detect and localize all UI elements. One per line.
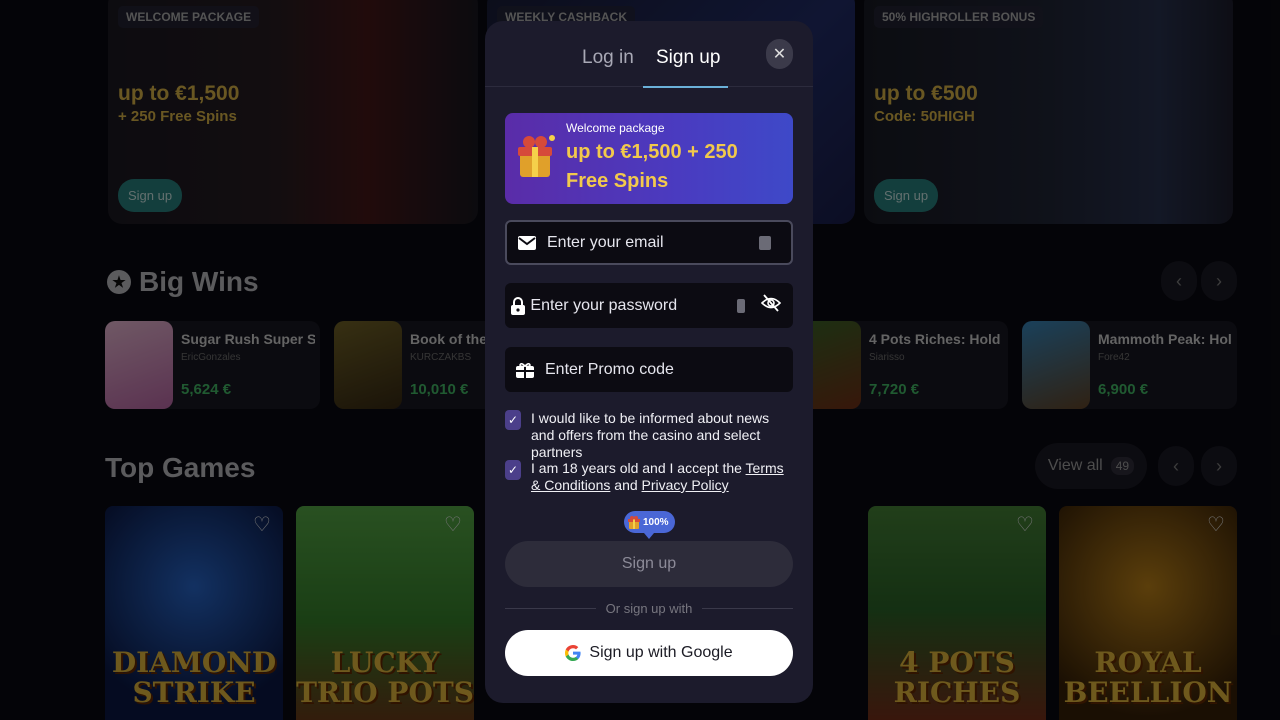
win-game-name: Mammoth Peak: Hol... [1098,331,1232,347]
email-field[interactable] [505,220,793,265]
age-consent-row: ✓ I am 18 years old and I accept the Ter… [505,460,793,494]
heart-icon[interactable]: ♡ [1016,515,1036,535]
games-count-badge: 49 [1110,457,1135,475]
win-card[interactable]: Sugar Rush Super Sc... EricGonzales 5,62… [105,321,320,409]
banner-signup-button[interactable]: Sign up [874,179,939,212]
view-all-button[interactable]: View all 49 [1035,443,1147,489]
banner-tag: 50% HIGHROLLER BONUS [874,6,1044,28]
view-all-label: View all [1047,457,1103,474]
top-games-title: Top Games [105,452,256,483]
gift-card-icon [505,362,545,378]
win-amount: 10,010 € [410,381,469,398]
lock-icon [505,296,530,315]
auth-tabs: Log in Sign up ✕ [485,21,813,88]
bonus-badge-label: 100% [643,516,669,528]
big-wins-heading: ★ Big Wins [107,266,259,298]
win-card[interactable]: 4 Pots Riches: Hold ... Siarisso 7,720 € [793,321,1008,409]
top-games-next-button[interactable]: › [1201,446,1237,486]
banner-highroller[interactable]: 50% HIGHROLLER BONUS up to €500 Code: 50… [864,0,1233,224]
divider-line [505,608,596,609]
bonus-badge: 100% [624,511,675,539]
game-tile-title: 4 POTS RICHES [893,646,1021,709]
win-user: EricGonzales [181,352,241,363]
heart-icon[interactable]: ♡ [1207,515,1227,535]
game-thumbnail [1022,321,1090,409]
google-signup-label: Sign up with Google [589,644,733,661]
win-user: Siarisso [869,352,905,363]
news-consent-row: ✓ I would like to be informed about news… [505,410,793,461]
password-field[interactable] [505,283,793,328]
win-user: Fore42 [1098,352,1130,363]
big-wins-next-button[interactable]: › [1201,261,1237,301]
age-consent-label: I am 18 years old and I accept the Terms… [531,460,793,494]
game-thumbnail [334,321,402,409]
banner-tag: WELCOME PACKAGE [118,6,260,28]
big-wins-title: Big Wins [139,266,259,297]
news-consent-label: I would like to be informed about news a… [531,410,770,460]
big-wins-prev-button[interactable]: ‹ [1161,261,1197,301]
alt-signup-divider: Or sign up with [505,601,794,616]
heart-icon[interactable]: ♡ [444,515,464,535]
game-tile[interactable]: ♡ 4 POTS RICHES [868,506,1046,720]
eye-off-icon[interactable] [760,294,782,317]
win-game-name: 4 Pots Riches: Hold ... [869,331,1003,347]
promo-code-input[interactable] [545,347,793,392]
promo-code-field[interactable] [505,347,793,392]
divider-label: Or sign up with [605,601,693,616]
game-thumbnail [105,321,173,409]
game-tile[interactable]: ♡ ROYAL BEELLION [1059,506,1237,720]
win-amount: 7,720 € [869,381,920,398]
privacy-link[interactable]: Privacy Policy [642,477,729,493]
top-games-heading: Top Games [105,452,255,484]
tab-signup[interactable]: Sign up [656,47,720,69]
banner-sub: Code: 50HIGH [874,108,975,125]
win-user: KURCZAKBS [410,352,472,363]
signup-modal: Log in Sign up ✕ Welcome package up to €… [485,21,813,703]
banner-signup-button[interactable]: Sign up [118,179,183,212]
gift-icon [628,515,640,529]
welcome-promo-card: Welcome package up to €1,500 + 250 Free … [505,113,793,204]
email-input[interactable] [547,222,759,263]
gift-icon [518,135,555,177]
game-tile-title: ROYAL BEELLION [1063,646,1233,709]
star-icon: ★ [107,270,131,294]
promo-label: Welcome package [566,121,665,135]
game-tile[interactable]: ♡ DIAMOND STRIKE [105,506,283,720]
google-icon [565,645,581,661]
win-card[interactable]: Mammoth Peak: Hol... Fore42 6,900 € [1022,321,1237,409]
game-tile[interactable]: ♡ LUCKY TRIO POTS [296,506,474,720]
age-consent-checkbox[interactable]: ✓ [505,460,521,480]
win-game-name: Sugar Rush Super Sc... [181,331,315,347]
close-button[interactable]: ✕ [766,39,793,69]
news-consent-checkbox[interactable]: ✓ [505,410,521,430]
and-text: and [614,477,638,493]
win-amount: 5,624 € [181,381,232,398]
banner-sub: + 250 Free Spins [118,108,237,125]
promo-headline: up to €1,500 + 250 Free Spins [566,141,738,192]
banner-amount: up to €500 [874,82,978,105]
game-tile-title: LUCKY TRIO POTS [296,646,474,709]
google-signup-button[interactable]: Sign up with Google [505,630,793,676]
game-tile-title: DIAMOND STRIKE [111,646,277,709]
top-games-prev-button[interactable]: ‹ [1158,446,1194,486]
active-tab-indicator [643,86,728,88]
heart-icon[interactable]: ♡ [253,515,273,535]
banner-amount: up to €1,500 [118,82,240,105]
win-amount: 6,900 € [1098,381,1149,398]
divider-line [702,608,794,609]
envelope-icon [507,235,547,250]
signup-submit-button[interactable]: Sign up [505,541,793,587]
password-manager-icon[interactable] [737,298,745,313]
banner-welcome[interactable]: WELCOME PACKAGE up to €1,500 + 250 Free … [108,0,478,224]
password-manager-icon[interactable] [759,235,771,250]
age-consent-text: I am 18 years old and I accept the [531,460,742,476]
tab-login[interactable]: Log in [582,47,634,69]
password-input[interactable] [530,283,738,328]
